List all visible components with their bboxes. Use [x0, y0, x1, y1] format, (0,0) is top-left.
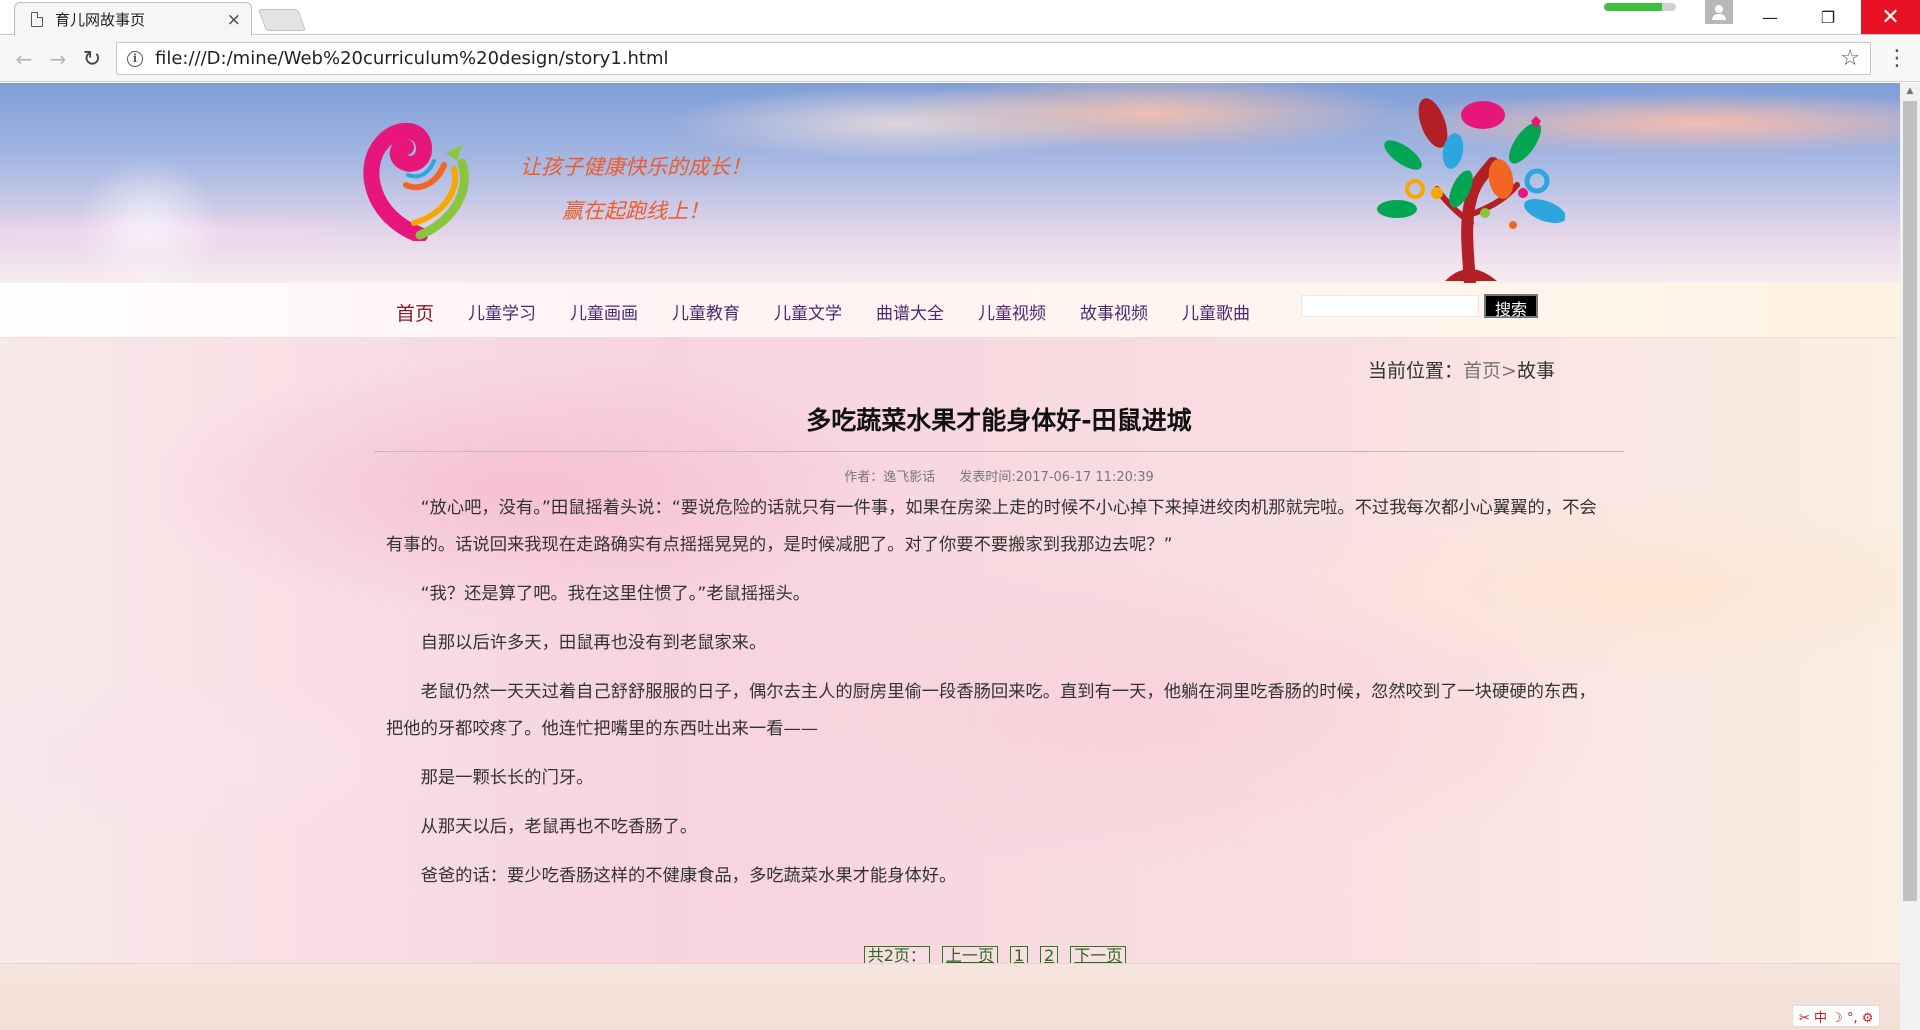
- header-banner: 让孩子健康快乐的成长！ 赢在起跑线上！: [0, 83, 1900, 283]
- browser-toolbar: ← → ↻ i file:///D:/mine/Web%20curriculum…: [0, 36, 1920, 82]
- content-area: 当前位置：首页>故事 多吃蔬菜水果才能身体好-田鼠进城 作者：逸飞影话 发表时间…: [0, 338, 1900, 966]
- restore-button[interactable]: ❐: [1803, 0, 1853, 34]
- nav-item-literature[interactable]: 儿童文学: [774, 299, 842, 326]
- reload-icon[interactable]: ↻: [78, 45, 106, 73]
- article-paragraph: 自那以后许多天，田鼠再也没有到老鼠家来。: [420, 633, 767, 653]
- user-profile-button[interactable]: [1705, 0, 1733, 24]
- article-meta: 作者：逸飞影话 发表时间:2017-06-17 11:20:39: [374, 466, 1624, 485]
- slogan-line-2: 赢在起跑线上！: [562, 199, 709, 223]
- minimize-button[interactable]: —: [1745, 0, 1795, 34]
- user-body-icon: [1712, 14, 1726, 20]
- nav-item-learning[interactable]: 儿童学习: [468, 299, 536, 326]
- search-input[interactable]: [1301, 295, 1479, 317]
- tab-close-icon[interactable]: ×: [227, 10, 241, 30]
- page-footer: [0, 963, 1900, 1030]
- title-divider: [374, 451, 1624, 452]
- ime-tray[interactable]: ✂ 中 ☽ °, ⚙: [1792, 1005, 1881, 1027]
- forward-arrow-icon[interactable]: →: [44, 45, 72, 73]
- nav-item-drawing[interactable]: 儿童画画: [570, 299, 638, 326]
- info-icon[interactable]: i: [127, 50, 143, 67]
- close-window-button[interactable]: ✕: [1861, 0, 1920, 34]
- scroll-up-arrow-icon[interactable]: ▲: [1900, 83, 1920, 100]
- article-paragraph: “我？还是算了吧。我在这里住惯了。”老鼠摇摇头。: [420, 584, 811, 604]
- slogan: 让孩子健康快乐的成长！ 赢在起跑线上！: [520, 145, 751, 233]
- nav-item-home[interactable]: 首页: [396, 299, 434, 326]
- page-icon: [31, 12, 43, 27]
- tree-illustration: [1377, 98, 1565, 283]
- page-viewport: 让孩子健康快乐的成长！ 赢在起跑线上！ 首页 儿童学习 儿童画画 儿童教育 儿童…: [0, 83, 1900, 1030]
- browser-tab[interactable]: 育儿网故事页 ×: [14, 2, 252, 36]
- search-button[interactable]: 搜索: [1484, 294, 1538, 319]
- main-nav: 首页 儿童学习 儿童画画 儿童教育 儿童文学 曲谱大全 儿童视频 故事视频 儿童…: [0, 283, 1900, 338]
- article-date: 发表时间:2017-06-17 11:20:39: [959, 470, 1154, 485]
- breadcrumb-current: 故事: [1516, 360, 1555, 382]
- article-title: 多吃蔬菜水果才能身体好-田鼠进城: [806, 406, 1192, 435]
- bookmark-star-icon[interactable]: ☆: [1840, 46, 1860, 71]
- site-logo: [363, 123, 469, 241]
- breadcrumb-home-link[interactable]: 首页: [1463, 360, 1501, 382]
- article-paragraph: 爸爸的话：要少吃香肠这样的不健康食品，多吃蔬菜水果才能身体好。: [420, 866, 957, 886]
- nav-item-videos[interactable]: 儿童视频: [978, 299, 1046, 326]
- slogan-line-1: 让孩子健康快乐的成长！: [520, 155, 751, 179]
- breadcrumb: 当前位置：首页>故事: [1368, 356, 1555, 383]
- tab-title: 育儿网故事页: [55, 11, 146, 29]
- meter-fill: [1604, 3, 1662, 11]
- breadcrumb-label: 当前位置：: [1368, 360, 1464, 382]
- nav-item-story-videos[interactable]: 故事视频: [1080, 299, 1148, 326]
- browser-menu-icon[interactable]: ⋮: [1886, 46, 1908, 72]
- user-head-icon: [1715, 5, 1723, 13]
- page-scrollbar[interactable]: ▲: [1900, 83, 1920, 1030]
- article-paragraph: 老鼠仍然一天天过着自己舒舒服服的日子，偶尔去主人的厨房里偷一段香肠回来吃。直到有…: [386, 682, 1596, 739]
- scroll-thumb[interactable]: [1903, 101, 1917, 901]
- nav-menu: 首页 儿童学习 儿童画画 儿童教育 儿童文学 曲谱大全 儿童视频 故事视频 儿童…: [396, 299, 1284, 326]
- nav-item-education[interactable]: 儿童教育: [672, 299, 740, 326]
- breadcrumb-separator: >: [1501, 360, 1517, 382]
- url-text[interactable]: file:///D:/mine/Web%20curriculum%20desig…: [155, 48, 1840, 69]
- ime-tray-icons: ✂ 中 ☽ °, ⚙: [1799, 1010, 1874, 1026]
- nav-item-sheet-music[interactable]: 曲谱大全: [876, 299, 944, 326]
- address-bar[interactable]: i file:///D:/mine/Web%20curriculum%20des…: [116, 42, 1871, 75]
- article-paragraph: “放心吧，没有。”田鼠摇着头说：“要说危险的话就只有一件事，如果在房梁上走的时候…: [386, 498, 1597, 555]
- download-meter: [1604, 3, 1676, 11]
- nav-item-songs[interactable]: 儿童歌曲: [1182, 299, 1250, 326]
- article-paragraph: 从那天以后，老鼠再也不吃香肠了。: [420, 817, 698, 837]
- article-paragraph: 那是一颗长长的门牙。: [420, 768, 594, 788]
- new-tab-button[interactable]: [257, 9, 307, 31]
- article-body: “放心吧，没有。”田鼠摇着头说：“要说危险的话就只有一件事，如果在房梁上走的时候…: [386, 490, 1608, 907]
- back-arrow-icon[interactable]: ←: [10, 45, 38, 73]
- tab-strip: 育儿网故事页 × — ❐ ✕: [0, 0, 1920, 36]
- article-author: 作者：逸飞影话: [844, 470, 936, 485]
